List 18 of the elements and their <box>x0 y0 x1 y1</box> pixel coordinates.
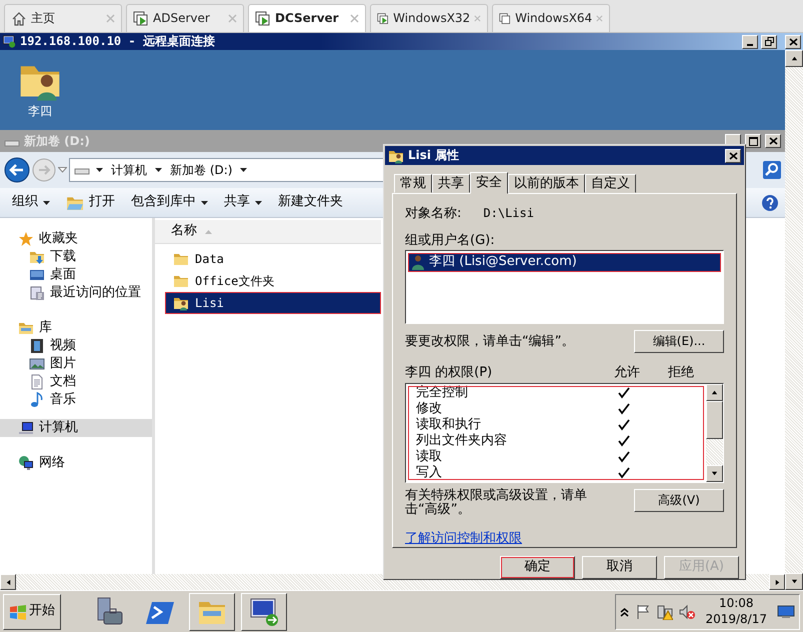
dialog-title: Lisi 属性 <box>408 148 460 163</box>
deny-header: 拒绝 <box>667 365 695 382</box>
permission-name: 列出文件夹内容 <box>416 433 508 449</box>
allow-header: 允许 <box>613 365 641 382</box>
window-title: 新加卷 (D:) <box>24 134 91 148</box>
permission-name: 修改 <box>416 401 443 417</box>
permission-name: 写入 <box>416 465 443 482</box>
edit-hint: 要更改权限，请单击“编辑”。 <box>405 334 574 350</box>
users-label: 组或用户名(G): <box>405 233 496 250</box>
permission-name: 读取 <box>416 449 443 465</box>
object-name-label: 对象名称: <box>405 206 462 222</box>
clock-date: 2019/8/17 <box>705 612 767 628</box>
permissions-label: 李四 的权限(P) <box>405 365 494 382</box>
object-path: D:\Lisi <box>483 206 534 222</box>
clock-time: 10:08 <box>718 596 754 612</box>
permission-name: 读取和执行 <box>416 417 482 433</box>
window-title: 192.168.100.10 - 远程桌面连接 <box>20 34 216 49</box>
advanced-hint: 有关特殊权限或高级设置，请单击“高级”。 <box>405 489 588 517</box>
